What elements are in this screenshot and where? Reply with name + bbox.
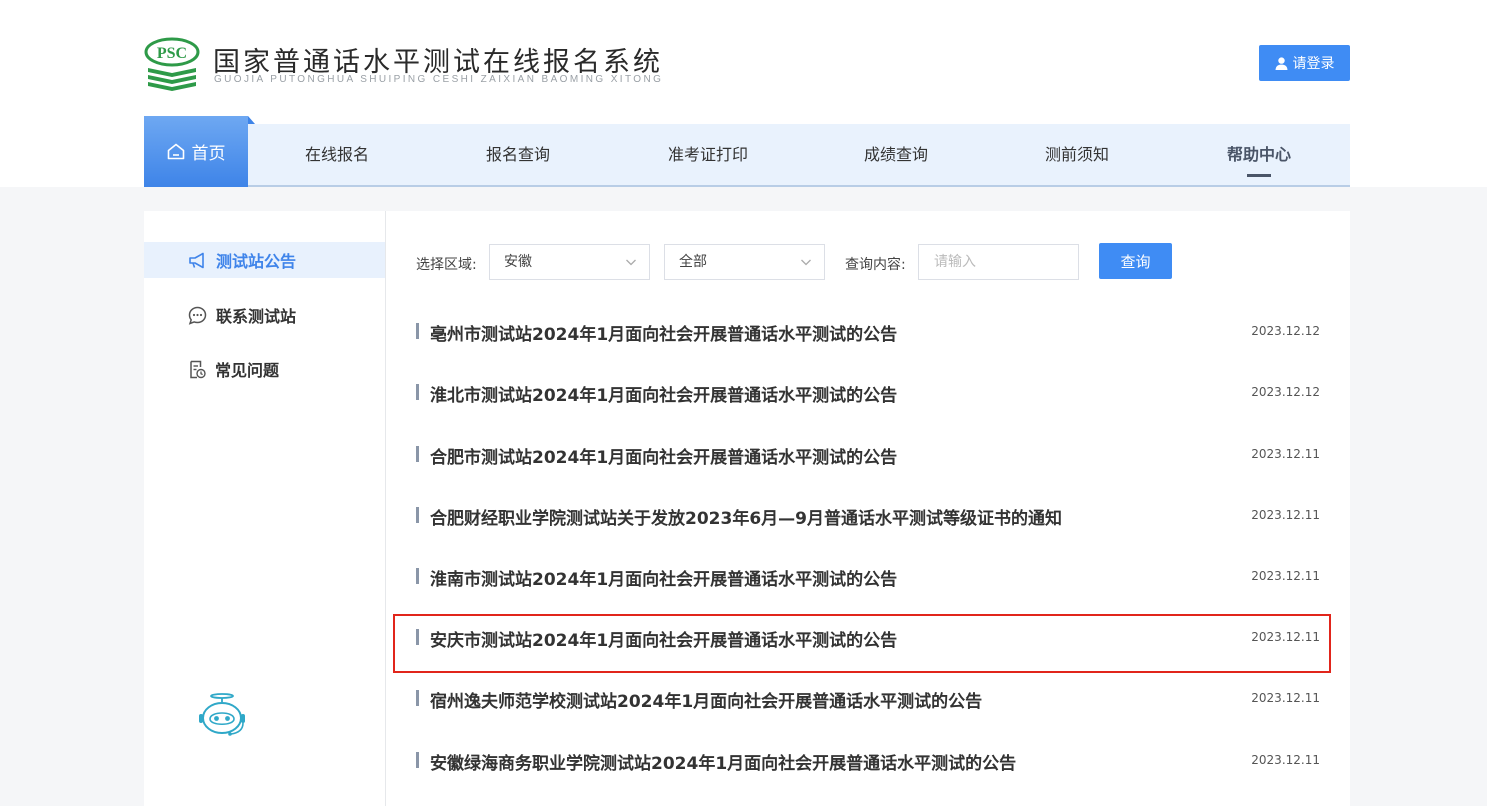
svg-text:PSC: PSC (157, 45, 187, 62)
sidebar: 测试站公告 联系测试站 常见问题 (144, 211, 386, 806)
notice-row[interactable]: 安庆市测试站2024年1月面向社会开展普通话水平测试的公告 2023.12.11 (416, 623, 1320, 653)
notice-date: 2023.12.11 (1251, 691, 1320, 705)
nav-home[interactable]: 首页 (144, 116, 255, 187)
sidebar-item-label: 测试站公告 (216, 252, 297, 271)
notice-row[interactable]: 宿州逸夫师范学校测试站2024年1月面向社会开展普通话水平测试的公告 2023.… (416, 684, 1320, 714)
notice-date: 2023.12.12 (1251, 385, 1320, 399)
notice-title[interactable]: 淮南市测试站2024年1月面向社会开展普通话水平测试的公告 (430, 565, 897, 590)
chat-bubble-icon (188, 306, 207, 325)
sidebar-item-faq[interactable]: 常见问题 (144, 351, 385, 387)
site-header: PSC 国家普通话水平测试在线报名系统 GUOJIA PUTONGHUA SHU… (0, 0, 1487, 187)
main-nav: 首页 在线报名 报名查询 准考证打印 成绩查询 测前须知 帮助中心 (144, 116, 1350, 187)
login-label: 请登录 (1292, 56, 1335, 72)
site-subtitle: GUOJIA PUTONGHUA SHUIPING CESHI ZAIXIAN … (214, 74, 664, 85)
notice-title[interactable]: 合肥市测试站2024年1月面向社会开展普通话水平测试的公告 (430, 443, 897, 468)
city-select[interactable]: 全部 (664, 244, 825, 280)
notice-row[interactable]: 安徽绿海商务职业学院测试站2024年1月面向社会开展普通话水平测试的公告 202… (416, 746, 1320, 776)
nav-item-help-center[interactable]: 帮助中心 (1212, 124, 1306, 185)
sidebar-item-station-notices[interactable]: 测试站公告 (144, 242, 385, 278)
notice-date: 2023.12.12 (1251, 324, 1320, 338)
notice-date: 2023.12.11 (1251, 630, 1320, 644)
notice-title[interactable]: 合肥财经职业学院测试站关于发放2023年6月—9月普通话水平测试等级证书的通知 (430, 504, 1062, 529)
city-value: 全部 (679, 254, 707, 270)
login-button[interactable]: 请登录 (1259, 45, 1350, 81)
region-label: 选择区域: (416, 257, 477, 273)
sidebar-item-label: 联系测试站 (216, 307, 297, 326)
nav-item-online-registration[interactable]: 在线报名 (290, 124, 384, 185)
sidebar-item-contact-station[interactable]: 联系测试站 (144, 297, 385, 333)
chevron-down-icon (626, 259, 636, 266)
notice-title[interactable]: 安徽绿海商务职业学院测试站2024年1月面向社会开展普通话水平测试的公告 (430, 749, 1016, 774)
notice-row[interactable]: 合肥市测试站2024年1月面向社会开展普通话水平测试的公告 2023.12.11 (416, 440, 1320, 470)
query-button[interactable]: 查询 (1099, 243, 1172, 279)
notice-date: 2023.12.11 (1251, 569, 1320, 583)
robot-assistant-icon[interactable] (194, 693, 250, 737)
home-icon (167, 143, 184, 160)
search-input[interactable] (918, 244, 1079, 280)
notice-row[interactable]: 淮南市测试站2024年1月面向社会开展普通话水平测试的公告 2023.12.11 (416, 562, 1320, 592)
notice-row[interactable]: 亳州市测试站2024年1月面向社会开展普通话水平测试的公告 2023.12.12 (416, 317, 1320, 347)
sidebar-item-label: 常见问题 (215, 361, 280, 380)
query-label: 查询内容: (845, 257, 906, 273)
notice-date: 2023.12.11 (1251, 447, 1320, 461)
notice-title[interactable]: 安庆市测试站2024年1月面向社会开展普通话水平测试的公告 (430, 626, 897, 651)
notice-date: 2023.12.11 (1251, 753, 1320, 767)
nav-item-score-query[interactable]: 成绩查询 (849, 124, 943, 185)
megaphone-icon (189, 252, 204, 268)
notice-title[interactable]: 淮北市测试站2024年1月面向社会开展普通话水平测试的公告 (430, 381, 897, 406)
nav-item-admission-ticket[interactable]: 准考证打印 (652, 124, 764, 185)
notice-title[interactable]: 宿州逸夫师范学校测试站2024年1月面向社会开展普通话水平测试的公告 (430, 687, 982, 712)
notice-date: 2023.12.11 (1251, 508, 1320, 522)
chevron-down-icon (801, 259, 811, 266)
nav-home-label: 首页 (191, 144, 226, 164)
notice-row[interactable]: 淮北市测试站2024年1月面向社会开展普通话水平测试的公告 2023.12.12 (416, 378, 1320, 408)
notice-title[interactable]: 亳州市测试站2024年1月面向社会开展普通话水平测试的公告 (430, 320, 897, 345)
province-select[interactable]: 安徽 (489, 244, 650, 280)
user-icon (1275, 56, 1287, 70)
notice-row[interactable]: 合肥财经职业学院测试站关于发放2023年6月—9月普通话水平测试等级证书的通知 … (416, 501, 1320, 531)
nav-item-pre-test-notice[interactable]: 测前须知 (1030, 124, 1124, 185)
nav-item-registration-query[interactable]: 报名查询 (471, 124, 565, 185)
province-value: 安徽 (504, 254, 532, 270)
content-panel: 测试站公告 联系测试站 常见问题 选择区域: 安徽 全部 查询内容: 请输入 查… (144, 211, 1350, 806)
document-clock-icon (190, 360, 206, 378)
psc-logo: PSC (144, 37, 200, 91)
